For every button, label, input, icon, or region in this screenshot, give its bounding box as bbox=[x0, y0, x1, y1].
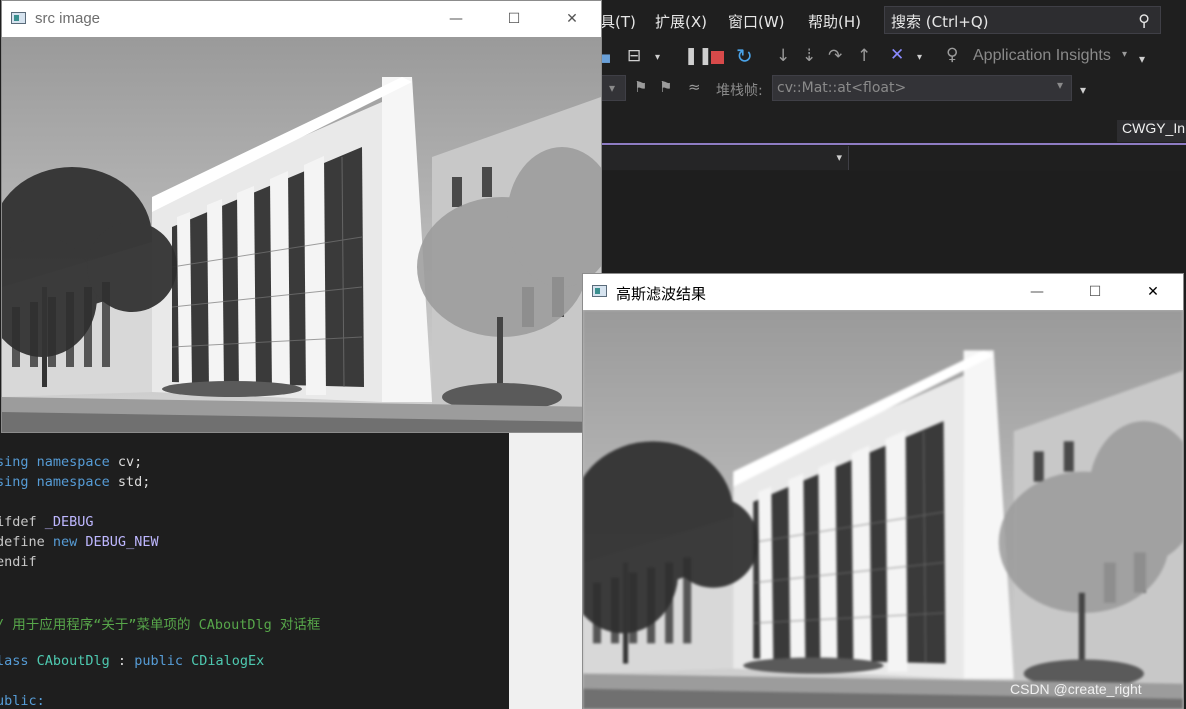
stack-frame-value: cv::Mat::at<float> bbox=[777, 80, 907, 96]
step-out-icon[interactable]: ↑ bbox=[857, 46, 871, 66]
menu-extensions[interactable]: 扩展(X) bbox=[655, 11, 707, 32]
diagnostics-icon[interactable]: ✕ bbox=[890, 45, 904, 65]
search-placeholder: 搜索 (Ctrl+Q) bbox=[891, 13, 989, 31]
code-comment: / 用于应用程序“关于”菜单项的 CAboutDlg 对话框 bbox=[0, 617, 321, 633]
image-view bbox=[583, 310, 1183, 709]
gaussian-result-window[interactable]: 高斯滤波结果 — ☐ ✕ bbox=[583, 274, 1183, 709]
overflow-icon[interactable]: ▾ bbox=[1139, 52, 1145, 66]
code-line: sing namespace cv; bbox=[0, 454, 143, 470]
step-into-icon[interactable]: ⇣ bbox=[802, 46, 816, 66]
frames-icon[interactable]: ≈ bbox=[688, 78, 701, 96]
flag-icon[interactable]: ⚑ bbox=[634, 78, 647, 96]
code-line: ublic: bbox=[0, 693, 45, 709]
code-line: endif bbox=[0, 554, 37, 570]
restart-icon[interactable]: ↻ bbox=[736, 44, 753, 68]
close-button[interactable]: ✕ bbox=[543, 1, 601, 37]
code-line: ifdef _DEBUG bbox=[0, 514, 94, 530]
code-editor[interactable]: sing namespace cv; sing namespace std; i… bbox=[0, 432, 509, 709]
thread-combo[interactable]: ▾ bbox=[600, 75, 626, 101]
code-line: sing namespace std; bbox=[0, 474, 151, 490]
editor-area[interactable] bbox=[600, 171, 1186, 281]
minimize-button[interactable]: — bbox=[427, 1, 485, 37]
chevron-down-icon: ▾ bbox=[609, 81, 616, 95]
window-title: src image bbox=[35, 10, 101, 27]
toolbar-icon-partial[interactable]: ▪ bbox=[600, 48, 612, 68]
close-button[interactable]: ✕ bbox=[1124, 274, 1182, 310]
menu-tools[interactable]: 具(T) bbox=[600, 11, 636, 32]
chevron-down-icon: ▾ bbox=[836, 151, 842, 164]
app-icon bbox=[592, 285, 607, 297]
vs-search-box[interactable]: 搜索 (Ctrl+Q) ⚲ bbox=[884, 6, 1161, 34]
window-titlebar[interactable]: 高斯滤波结果 — ☐ ✕ bbox=[583, 274, 1183, 310]
window-title: 高斯滤波结果 bbox=[616, 286, 707, 303]
step-back-icon[interactable]: ↷ bbox=[828, 46, 842, 66]
pause-icon[interactable]: ❚❚ bbox=[684, 46, 713, 66]
minimize-button[interactable]: — bbox=[1008, 274, 1066, 310]
stack-frame-label: 堆栈帧: bbox=[716, 83, 763, 99]
src-image-window[interactable]: src image — ☐ ✕ bbox=[2, 1, 601, 432]
watermark-text: CSDN @create_right bbox=[1010, 681, 1142, 697]
code-line: define new DEBUG_NEW bbox=[0, 534, 159, 550]
desktop-gap bbox=[509, 432, 583, 709]
menu-help[interactable]: 帮助(H) bbox=[808, 11, 861, 32]
app-icon bbox=[11, 12, 26, 24]
maximize-button[interactable]: ☐ bbox=[485, 1, 543, 37]
dropdown-arrow-icon[interactable]: ▾ bbox=[917, 52, 922, 63]
dropdown-arrow-icon[interactable]: ▾ bbox=[655, 52, 660, 63]
stack-frame-combo[interactable]: cv::Mat::at<float> ▾ bbox=[772, 75, 1072, 101]
application-insights-label[interactable]: Application Insights bbox=[973, 47, 1111, 65]
stop-icon[interactable] bbox=[711, 51, 724, 64]
overflow-icon[interactable]: ▾ bbox=[1080, 83, 1086, 97]
document-tabstrip bbox=[600, 106, 1186, 144]
lightbulb-icon[interactable]: ♀ bbox=[946, 45, 958, 65]
building-photo-blurred bbox=[583, 310, 1183, 709]
flag-threads-icon[interactable]: ⚑ bbox=[659, 78, 672, 96]
search-icon: ⚲ bbox=[1138, 11, 1150, 30]
menu-window[interactable]: 窗口(W) bbox=[728, 11, 785, 32]
code-line: lass CAboutDlg : public CDialogEx bbox=[0, 653, 265, 669]
building-photo bbox=[2, 37, 601, 432]
image-view bbox=[2, 37, 601, 432]
chevron-down-icon: ▾ bbox=[1056, 78, 1063, 92]
dropdown-arrow-icon[interactable]: ▾ bbox=[1122, 49, 1127, 60]
save-layout-icon[interactable]: ⊟ bbox=[627, 46, 641, 66]
window-titlebar[interactable]: src image — ☐ ✕ bbox=[2, 1, 601, 37]
maximize-button[interactable]: ☐ bbox=[1066, 274, 1124, 310]
document-tab[interactable]: CWGY_In bbox=[1117, 120, 1186, 142]
step-over-icon[interactable]: ↓ bbox=[776, 46, 790, 66]
scope-combo[interactable]: ▾ bbox=[600, 146, 849, 170]
